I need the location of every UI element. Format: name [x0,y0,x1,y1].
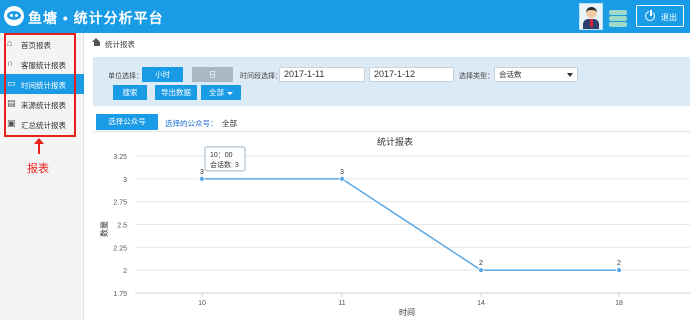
all-dropdown-label: 全部 [209,88,224,97]
y-tick-label: 1.75 [113,291,127,298]
selected-account-label: 选择的公众号： [165,119,218,128]
unit-label: 单位选择： [108,73,143,80]
y-tick-label: 2.25 [113,245,127,252]
data-point [339,175,345,182]
selected-account-value: 全部 [222,119,237,128]
tooltip-text: 会话数: 3 [210,160,239,169]
y-tick-label: 2.75 [113,200,127,207]
data-point [616,267,622,274]
power-icon [645,10,655,21]
y-tick-label: 2 [123,268,127,275]
x-tick-label: 18 [615,300,623,307]
type-select[interactable]: 会话数 [494,67,578,82]
y-tick-label: 3 [123,177,127,184]
select-account-button[interactable]: 选择公众号 [96,114,158,130]
logout-button[interactable]: 退出 [636,5,684,27]
y-tick-label: 2.5 [117,223,127,230]
data-label: 2 [479,260,483,267]
data-point [478,267,484,274]
export-button[interactable]: 导出数据 [155,85,197,100]
filter-panel: 单位选择： 小时 日 时间段选择： 2017-1-11 2017-1-12 选择… [93,57,690,106]
fish-logo-icon [4,6,24,26]
x-tick-label: 14 [477,300,485,307]
x-axis-label: 时间 [399,307,415,317]
chart-svg: 统计报表 时间 数量 3.25 3 2.75 2.5 2.25 2 1.75 10 11 14 18… [99,136,690,317]
x-tick-label: 11 [338,300,345,307]
type-label: 选择类型： [459,73,494,80]
app-title: 鱼塘 • 统计分析平台 [28,10,164,26]
search-button[interactable]: 搜索 [113,85,147,100]
divider [93,131,690,132]
top-header: 鱼塘 • 统计分析平台 退出 [0,0,690,33]
chart-title: 统计报表 [377,136,413,147]
home-icon [92,38,101,46]
unit-hour-button[interactable]: 小时 [142,67,183,82]
data-label: 2 [617,260,621,267]
stack-avatar-icon[interactable] [609,6,627,28]
tooltip-title: 10：00 [210,152,233,159]
x-tick-label: 10 [198,300,206,307]
annotation-box [4,33,76,137]
unit-day-button[interactable]: 日 [192,67,233,82]
all-dropdown-button[interactable]: 全部 [201,85,241,100]
breadcrumb-text: 统计报表 [105,40,135,49]
annotation-label: 报表 [27,163,49,175]
chevron-down-icon [227,91,233,95]
data-label: 3 [340,169,344,176]
line-chart: 统计报表 时间 数量 3.25 3 2.75 2.5 2.25 2 1.75 10 11 14 18… [93,133,690,320]
end-date-input[interactable]: 2017-1-12 [369,67,454,82]
y-tick-label: 3.25 [113,154,127,161]
logout-label: 退出 [661,13,677,22]
chevron-down-icon [567,73,573,77]
y-axis-label: 数量 [99,221,109,237]
range-label: 时间段选择： [240,73,282,80]
user-avatar[interactable] [579,3,603,30]
type-select-value: 会话数 [499,70,522,79]
start-date-input[interactable]: 2017-1-11 [279,67,365,82]
data-point [199,175,205,182]
data-label: 3 [200,169,204,176]
annotation-arrow-icon [34,138,44,154]
